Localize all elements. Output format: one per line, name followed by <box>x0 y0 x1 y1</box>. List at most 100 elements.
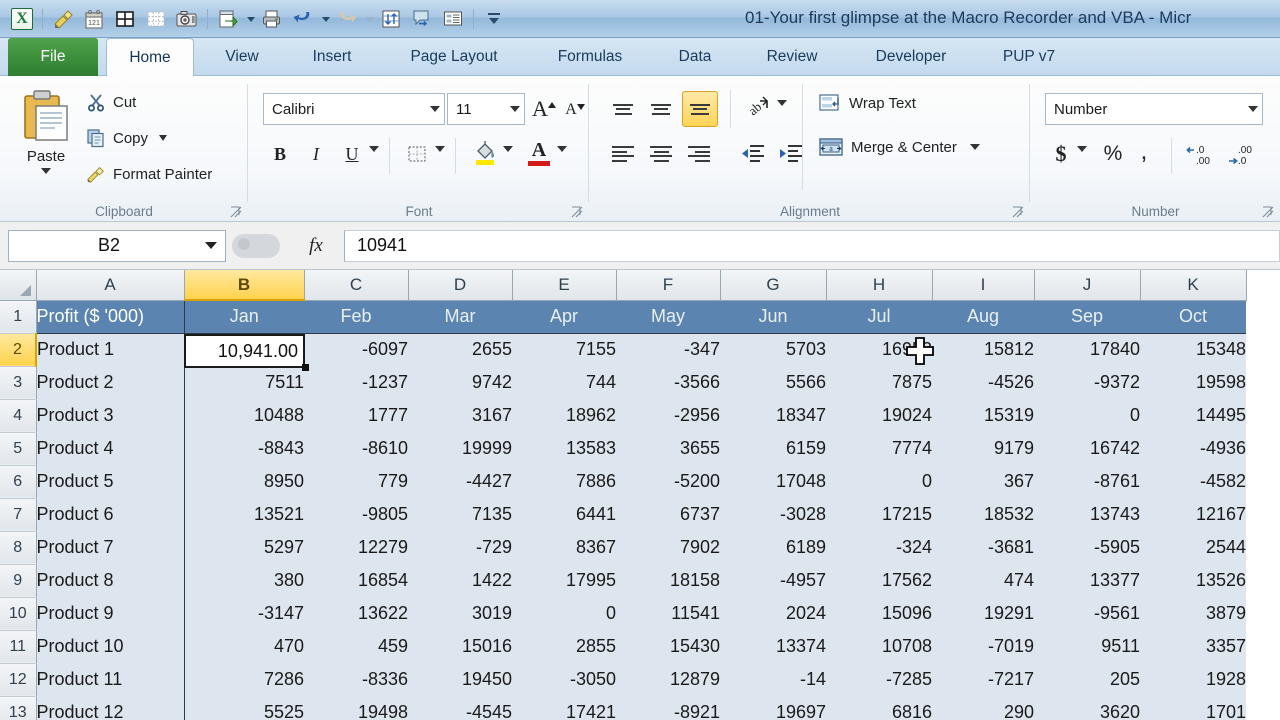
cell-J7[interactable]: 13743 <box>1034 498 1140 531</box>
cell-I11[interactable]: -7019 <box>932 630 1034 663</box>
cell-G6[interactable]: 17048 <box>720 465 826 498</box>
cell-H2[interactable]: 16953 <box>826 333 932 366</box>
cell-D10[interactable]: 3019 <box>408 597 512 630</box>
column-header-i[interactable]: I <box>932 270 1035 301</box>
cell-G10[interactable]: 2024 <box>720 597 826 630</box>
cell-D2[interactable]: 2655 <box>408 333 512 366</box>
row-header-10[interactable]: 10 <box>0 597 37 631</box>
align-top-button[interactable] <box>606 94 640 124</box>
cell-J5[interactable]: 16742 <box>1034 432 1140 465</box>
cell-D3[interactable]: 9742 <box>408 366 512 399</box>
font-size-dropdown-icon[interactable] <box>510 106 520 112</box>
font-dialog-launcher[interactable] <box>571 205 583 218</box>
sort-icon[interactable] <box>377 5 405 33</box>
cell-J9[interactable]: 13377 <box>1034 564 1140 597</box>
cell-B9[interactable]: 380 <box>183 564 304 597</box>
grow-font-button[interactable]: A <box>529 93 559 125</box>
cut-button[interactable]: Cut <box>86 92 136 112</box>
cell-D5[interactable]: 19999 <box>408 432 512 465</box>
cell-A2[interactable]: Product 1 <box>36 333 184 366</box>
cell-H1[interactable]: Jul <box>826 300 932 334</box>
row-header-13[interactable]: 13 <box>0 696 37 720</box>
cell-D11[interactable]: 15016 <box>408 630 512 663</box>
cell-C5[interactable]: -8610 <box>304 432 408 465</box>
decrease-indent-button[interactable] <box>736 138 770 170</box>
cell-E6[interactable]: 7886 <box>512 465 616 498</box>
clipboard-dialog-launcher[interactable] <box>230 205 242 218</box>
worksheet-grid[interactable]: ABCDEFGHIJK 1 Profit ($ '000) Jan Feb Mar Apr… <box>0 270 1280 720</box>
cell-B10[interactable]: -3147 <box>183 597 304 630</box>
cell-G5[interactable]: 6159 <box>720 432 826 465</box>
tab-data[interactable]: Data <box>654 38 736 76</box>
paste-button[interactable]: Paste <box>14 88 78 184</box>
cell-B12[interactable]: 7286 <box>183 663 304 696</box>
cell-G8[interactable]: 6189 <box>720 531 826 564</box>
cell-I12[interactable]: -7217 <box>932 663 1034 696</box>
export-dropdown-icon[interactable] <box>247 16 255 22</box>
copy-dropdown-icon[interactable] <box>159 135 168 141</box>
cell-E2[interactable]: 7155 <box>512 333 616 366</box>
italic-button[interactable]: I <box>301 138 331 170</box>
cell-I1[interactable]: Aug <box>932 300 1034 334</box>
cell-K3[interactable]: 19598 <box>1140 366 1246 399</box>
row-header-7[interactable]: 7 <box>0 498 37 532</box>
wrap-text-button[interactable]: Wrap Text <box>818 92 916 114</box>
cell-I8[interactable]: -3681 <box>932 531 1034 564</box>
formula-bar-splitter[interactable] <box>226 229 288 263</box>
cell-I5[interactable]: 9179 <box>932 432 1034 465</box>
comma-style-button[interactable]: , <box>1131 136 1157 168</box>
align-bottom-button[interactable] <box>682 91 718 127</box>
cell-G9[interactable]: -4957 <box>720 564 826 597</box>
decrease-decimal-button[interactable]: .00 .0 <box>1225 138 1263 170</box>
redo-icon[interactable] <box>333 5 361 33</box>
cell-G11[interactable]: 13374 <box>720 630 826 663</box>
cell-B13[interactable]: 5525 <box>183 696 304 720</box>
font-color-button[interactable]: A <box>523 135 555 171</box>
cell-J1[interactable]: Sep <box>1034 300 1140 334</box>
cell-C1[interactable]: Feb <box>304 300 408 334</box>
brush-icon[interactable] <box>49 5 77 33</box>
cell-A4[interactable]: Product 3 <box>36 399 184 432</box>
tab-file[interactable]: File <box>8 38 98 76</box>
redo-dropdown-icon[interactable] <box>366 16 374 22</box>
cell-J2[interactable]: 17840 <box>1034 333 1140 366</box>
cell-B8[interactable]: 5297 <box>183 531 304 564</box>
tab-developer[interactable]: Developer <box>848 38 974 76</box>
cell-E5[interactable]: 13583 <box>512 432 616 465</box>
cell-K11[interactable]: 3357 <box>1140 630 1246 663</box>
cell-H7[interactable]: 17215 <box>826 498 932 531</box>
currency-button[interactable]: $ <box>1047 138 1075 170</box>
cell-C12[interactable]: -8336 <box>304 663 408 696</box>
cell-K6[interactable]: -4582 <box>1140 465 1246 498</box>
align-right-button[interactable] <box>682 138 716 170</box>
cell-G7[interactable]: -3028 <box>720 498 826 531</box>
comment-icon[interactable] <box>408 5 436 33</box>
cell-B11[interactable]: 470 <box>183 630 304 663</box>
alignment-dialog-launcher[interactable] <box>1012 205 1024 218</box>
borders-button[interactable] <box>401 138 433 170</box>
cell-C7[interactable]: -9805 <box>304 498 408 531</box>
orientation-dropdown-icon[interactable] <box>777 100 787 106</box>
cell-D1[interactable]: Mar <box>408 300 512 334</box>
cell-B1[interactable]: Jan <box>183 300 304 334</box>
increase-indent-button[interactable] <box>774 138 808 170</box>
column-header-k[interactable]: K <box>1140 270 1247 301</box>
underline-dropdown-icon[interactable] <box>369 146 379 152</box>
cell-E11[interactable]: 2855 <box>512 630 616 663</box>
fill-handle[interactable] <box>302 364 309 371</box>
row-header-11[interactable]: 11 <box>0 630 37 664</box>
copy-button[interactable]: Copy <box>86 128 168 148</box>
align-middle-button[interactable] <box>644 94 678 124</box>
number-format-combo[interactable]: Number <box>1045 93 1263 125</box>
select-all-corner[interactable] <box>0 270 37 301</box>
cell-H8[interactable]: -324 <box>826 531 932 564</box>
cell-D13[interactable]: -4545 <box>408 696 512 720</box>
cell-A7[interactable]: Product 6 <box>36 498 184 531</box>
font-color-dropdown-icon[interactable] <box>557 146 567 152</box>
cell-K2[interactable]: 15348 <box>1140 333 1246 366</box>
camera-icon[interactable] <box>173 5 201 33</box>
insert-function-button[interactable]: fx <box>288 235 344 257</box>
cell-J10[interactable]: -9561 <box>1034 597 1140 630</box>
cell-K7[interactable]: 12167 <box>1140 498 1246 531</box>
undo-icon[interactable] <box>289 5 317 33</box>
